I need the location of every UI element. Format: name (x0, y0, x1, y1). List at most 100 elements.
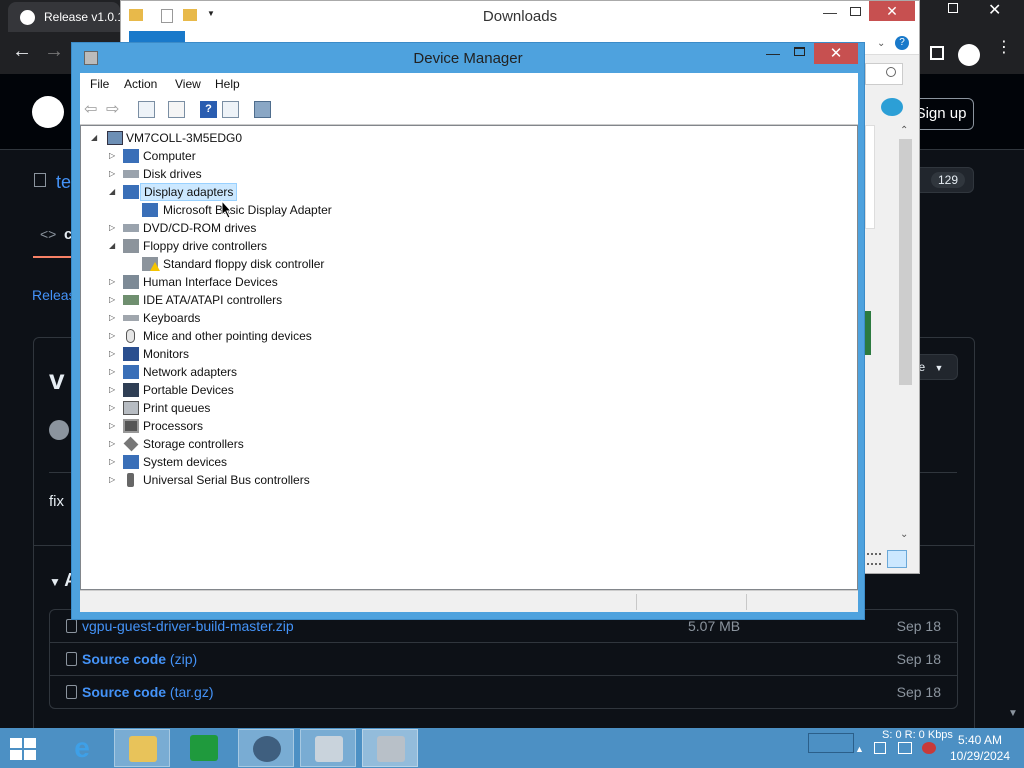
taskbar-network-app[interactable] (238, 729, 294, 767)
action-pane-icon[interactable] (222, 101, 239, 118)
caret-down-icon: ▼ (934, 363, 944, 373)
author-avatar[interactable] (49, 420, 69, 440)
expand-icon[interactable]: ▷ (109, 273, 115, 291)
device-tree: ◢ VM7COLL-3M5EDG0 ▷ Computer ▷ Disk driv… (80, 125, 858, 590)
help-icon[interactable]: ? (895, 36, 909, 50)
network-app-icon (253, 736, 281, 762)
file-zip-icon (66, 652, 77, 666)
volume-muted-icon[interactable] (922, 742, 936, 754)
internet-explorer-icon: e (74, 732, 90, 763)
scan-hardware-icon[interactable] (254, 101, 271, 118)
status-divider (636, 594, 637, 610)
explorer-close-button[interactable]: ✕ (869, 1, 915, 21)
asset-date: Sep 18 (896, 651, 941, 667)
explorer-scrollbar[interactable]: ⌃ ⌄ (897, 125, 914, 549)
tray-expand-icon[interactable]: ▲ (855, 744, 864, 754)
expand-icon[interactable]: ▷ (109, 147, 115, 165)
network-adapter-icon (123, 365, 139, 379)
page-scroll-down-icon[interactable]: ▼ (1008, 708, 1022, 724)
back-arrow-icon[interactable]: ⇦ (84, 101, 101, 118)
expand-icon[interactable]: ▷ (109, 327, 115, 345)
properties-icon[interactable] (168, 101, 185, 118)
expand-icon[interactable]: ▷ (109, 165, 115, 183)
search-input[interactable] (865, 63, 903, 85)
dm-close-button[interactable]: ✕ (814, 43, 858, 64)
menu-action[interactable]: Action (124, 77, 157, 91)
expand-icon[interactable]: ▷ (109, 363, 115, 381)
expand-icon[interactable]: ▷ (109, 453, 115, 471)
expand-icon[interactable]: ▷ (109, 309, 115, 327)
expand-icon[interactable]: ▷ (109, 471, 115, 489)
device-manager-window: Device Manager — ✕ File Action View Help… (71, 42, 865, 620)
ribbon-expand-icon[interactable]: ⌄ (877, 38, 885, 49)
explorer-titlebar[interactable]: ▼ Downloads — ✕ (121, 1, 919, 31)
dm-minimize-button[interactable]: — (766, 45, 780, 61)
mouse-icon (126, 329, 135, 343)
scrollbar-thumb[interactable] (899, 139, 912, 385)
expand-icon[interactable]: ▷ (109, 381, 115, 399)
browser-close-icon[interactable]: ✕ (988, 0, 1001, 20)
mouse-cursor-icon (221, 200, 233, 219)
breadcrumb-releases[interactable]: Releas (32, 287, 76, 303)
expand-icon[interactable]: ▷ (109, 291, 115, 309)
explorer-maximize-button[interactable] (850, 7, 861, 16)
expand-icon[interactable]: ▷ (109, 345, 115, 363)
clock[interactable]: 5:40 AM 10/29/2024 (945, 732, 1015, 764)
profile-icon[interactable] (958, 44, 980, 66)
keyboard-icon (123, 315, 139, 321)
back-icon[interactable]: ← (12, 40, 32, 63)
details-view-icon[interactable] (867, 553, 881, 565)
github-logo-icon[interactable] (32, 96, 64, 128)
expand-icon[interactable]: ▷ (109, 399, 115, 417)
usb-icon (127, 473, 134, 487)
asset-row[interactable]: Source code (tar.gz) Sep 18 (49, 675, 958, 709)
forward-arrow-icon[interactable]: ⇨ (106, 101, 123, 118)
hid-icon (123, 275, 139, 289)
view-toggle (861, 549, 913, 571)
forward-icon[interactable]: → (44, 40, 64, 63)
flag-icon[interactable] (874, 742, 886, 754)
expand-icon[interactable]: ▷ (109, 219, 115, 237)
taskbar-device-manager[interactable] (362, 729, 418, 767)
scroll-down-icon[interactable]: ⌄ (900, 529, 908, 540)
scroll-up-icon[interactable]: ⌃ (900, 125, 908, 136)
expand-icon[interactable]: ▷ (109, 417, 115, 435)
explorer-minimize-button[interactable]: — (823, 4, 837, 20)
dm-maximize-button[interactable] (794, 47, 805, 56)
taskbar: e (0, 728, 1024, 768)
device-manager-title: Device Manager (413, 50, 523, 67)
collapse-icon[interactable]: ◢ (91, 129, 97, 147)
device-manager-titlebar[interactable]: Device Manager — ✕ (72, 43, 864, 73)
browser-restore-icon[interactable] (948, 3, 958, 13)
help-icon[interactable]: ? (200, 101, 217, 118)
show-hide-tree-icon[interactable] (138, 101, 155, 118)
computer-icon (107, 131, 123, 145)
storage-controller-icon (123, 436, 139, 452)
browser-menu-icon[interactable]: ⋮ (996, 40, 1012, 56)
repo-name[interactable]: te (56, 172, 71, 193)
disk-drive-icon (123, 170, 139, 178)
asset-row[interactable]: Source code (zip) Sep 18 (49, 642, 958, 676)
taskbar-store[interactable] (176, 729, 232, 767)
collapse-icon[interactable]: ◢ (109, 237, 115, 255)
taskbar-internet-explorer[interactable]: e (54, 729, 110, 767)
network-tray-icon[interactable] (898, 742, 912, 754)
browser-tab[interactable]: Release v1.0.1 (8, 2, 120, 32)
collapse-icon[interactable]: ◢ (109, 183, 115, 201)
menu-view[interactable]: View (175, 77, 201, 91)
expand-icon[interactable]: ▷ (109, 435, 115, 453)
toolbar: ⇦ ⇨ ? (80, 95, 858, 125)
taskbar-performance-app[interactable] (300, 729, 356, 767)
menu-help[interactable]: Help (215, 77, 240, 91)
asset-name[interactable]: vgpu-guest-driver-build-master.zip (82, 618, 294, 634)
sidebar-toggle-icon[interactable] (930, 46, 944, 60)
menu-file[interactable]: File (90, 77, 109, 91)
search-icon (886, 67, 896, 77)
taskbar-file-explorer[interactable] (114, 729, 170, 767)
start-button[interactable] (10, 738, 38, 760)
asset-name: Source code (zip) (82, 651, 198, 667)
clock-time: 5:40 AM (957, 733, 1003, 747)
file-explorer-icon (129, 736, 157, 762)
large-icons-view-icon[interactable] (887, 550, 907, 568)
status-bar (80, 590, 858, 612)
